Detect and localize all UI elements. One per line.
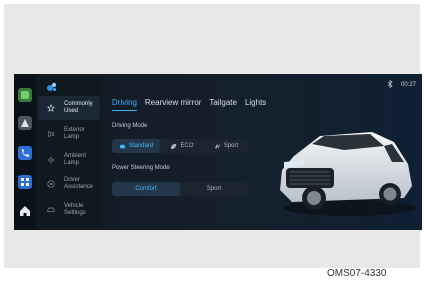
sun-icon: [44, 153, 58, 167]
tab-tailgate[interactable]: Tailgate: [209, 98, 237, 111]
power-steering-title: Power Steering Mode: [112, 165, 170, 171]
menu-item-ambient-lamp[interactable]: Ambient Lamp: [38, 148, 100, 172]
driving-mode-sport[interactable]: Sport: [204, 139, 248, 153]
option-label: Sport: [223, 143, 239, 149]
driving-mode-selector: Standard ECO Sport: [112, 139, 248, 153]
apps-grid-icon[interactable]: [18, 175, 32, 189]
power-steering-selector: Comfort Sport: [112, 182, 248, 196]
menu-item-label: Commonly Used: [64, 101, 93, 114]
phone-icon[interactable]: [18, 146, 32, 160]
settings-menu: Commonly Used Exterior Lamp Ambient Lamp…: [36, 74, 102, 230]
brand-logo-icon: [46, 80, 58, 92]
tab-lights[interactable]: Lights: [245, 98, 266, 111]
steering-wheel-icon: [44, 177, 58, 191]
home-icon[interactable]: [18, 204, 32, 218]
menu-item-driver-assistance[interactable]: Driver Assistance: [38, 172, 100, 196]
tab-driving[interactable]: Driving: [112, 98, 137, 111]
menu-item-commonly-used[interactable]: Commonly Used: [38, 96, 100, 120]
left-dock: [14, 74, 36, 230]
power-steering-comfort[interactable]: Comfort: [112, 182, 180, 196]
status-bar: 00:27: [387, 79, 416, 90]
menu-item-label: Ambient Lamp: [64, 153, 87, 166]
menu-item-vehicle-settings[interactable]: Vehicle Settings: [38, 198, 100, 222]
menu-item-label: Vehicle Settings: [64, 203, 86, 216]
menu-item-label: Driver Assistance: [64, 177, 94, 190]
tab-bar: Driving Rearview mirror Tailgate Lights: [112, 98, 266, 111]
power-steering-sport[interactable]: Sport: [180, 182, 248, 196]
bluetooth-icon: [387, 79, 393, 90]
figure-code: OMS07-4330: [327, 268, 387, 279]
option-label: Standard: [128, 143, 154, 149]
media-app-icon[interactable]: [18, 88, 32, 102]
star-icon: [44, 101, 58, 115]
car-icon: [44, 203, 58, 217]
headlamp-icon: [44, 127, 58, 141]
menu-item-label: Exterior Lamp: [64, 127, 85, 140]
tab-rearview-mirror[interactable]: Rearview mirror: [145, 98, 201, 111]
vehicle-image: [280, 132, 416, 216]
infotainment-screen: Commonly Used Exterior Lamp Ambient Lamp…: [14, 74, 422, 230]
driving-mode-eco[interactable]: ECO: [160, 139, 204, 153]
standard-mode-icon: [119, 144, 125, 148]
option-label: ECO: [180, 143, 194, 149]
leaf-icon: [171, 143, 177, 149]
driving-mode-title: Driving Mode: [112, 123, 148, 129]
menu-item-exterior-lamp[interactable]: Exterior Lamp: [38, 122, 100, 146]
navigation-icon[interactable]: [18, 116, 32, 130]
driving-mode-standard[interactable]: Standard: [112, 139, 160, 153]
clock: 00:27: [400, 82, 416, 88]
sport-mode-icon: [214, 144, 220, 148]
